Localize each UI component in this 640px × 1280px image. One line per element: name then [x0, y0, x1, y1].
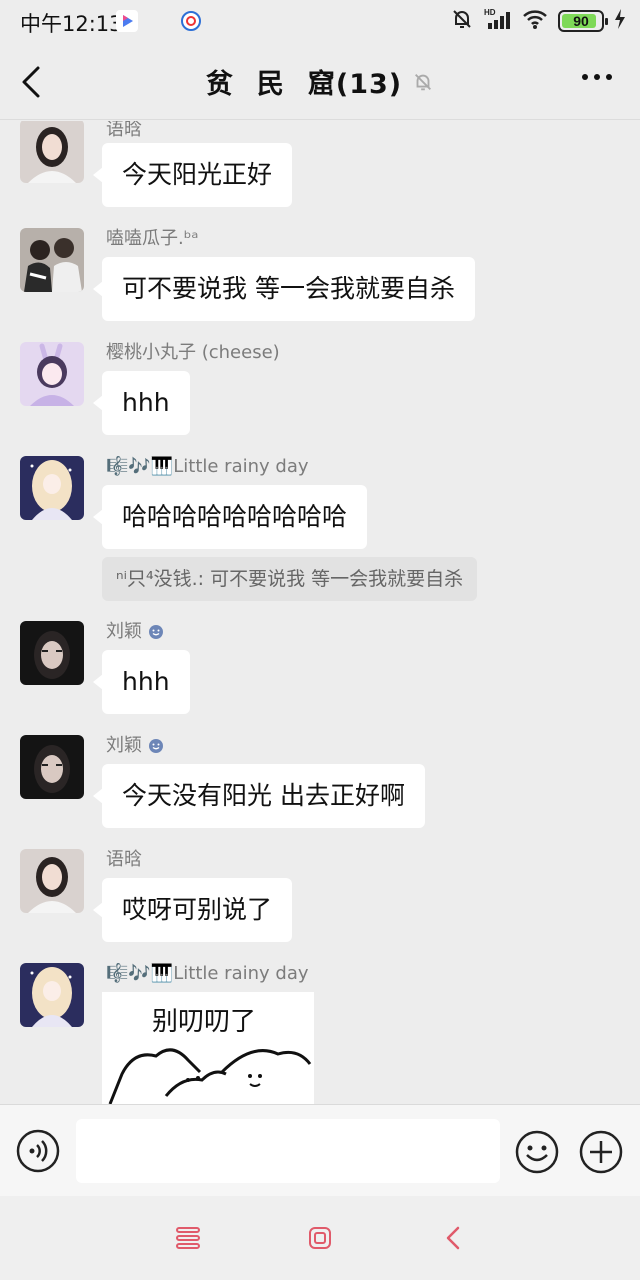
emoji-button[interactable]	[514, 1129, 560, 1175]
sender-name: 🎼🎶🎹Little rainy day	[106, 456, 309, 477]
title-part-1: 贫	[205, 69, 257, 100]
more-functions-button[interactable]	[578, 1129, 624, 1175]
message-bubble[interactable]: 今天阳光正好	[92, 143, 293, 207]
voice-input-button[interactable]	[16, 1129, 60, 1173]
battery-percent: 90	[573, 13, 589, 29]
system-back-button[interactable]	[440, 1224, 468, 1252]
couple-photo-avatar[interactable]	[20, 228, 84, 292]
title-part-3: 窟(13)	[307, 69, 403, 100]
sender-name: 刘颖	[106, 621, 164, 643]
status-time: 中午12:13	[20, 12, 123, 36]
signal-icon: HD	[484, 7, 512, 35]
system-navigation-bar	[0, 1196, 640, 1280]
wifi-icon	[522, 8, 548, 34]
dark-selfie-avatar[interactable]	[20, 621, 84, 685]
svg-text:HD: HD	[484, 8, 496, 17]
sender-name: 🎼🎶🎹Little rainy day	[106, 963, 309, 984]
girl-photo-avatar[interactable]	[20, 849, 84, 913]
message-bubble[interactable]: 可不要说我 等一会我就要自杀	[93, 257, 475, 321]
muted-bell-icon	[412, 71, 434, 93]
home-button[interactable]	[306, 1224, 334, 1252]
status-bar: 中午12:13 HD 90	[0, 0, 640, 44]
mute-notifications-icon	[450, 7, 474, 35]
group-title[interactable]: 贫民窟(13)	[206, 62, 402, 101]
browser-notification-icon	[180, 10, 202, 32]
more-options-button[interactable]	[582, 74, 612, 80]
video-app-notification-icon	[116, 10, 138, 32]
member-badge-icon	[149, 625, 163, 639]
sticker-image[interactable]: 别叨叨了	[102, 992, 314, 1104]
sticker-text: 别叨叨了	[152, 1007, 256, 1037]
quoted-reply[interactable]: ⁿⁱ只⁴没钱.: 可不要说我 等一会我就要自杀	[102, 557, 478, 601]
sender-name: 刘颖	[106, 735, 164, 757]
sender-name: 语晗	[106, 849, 142, 870]
message-text-field[interactable]	[76, 1119, 500, 1183]
chat-message-list[interactable]: 语晗 今天阳光正好 嗑嗑瓜子.ᵇᵃ 可不要说我 等一会我就要自杀 樱桃小丸子 (…	[0, 121, 640, 1104]
anime-purple-avatar[interactable]	[20, 342, 84, 406]
recent-apps-button[interactable]	[174, 1224, 202, 1252]
sender-name-text: 刘颖	[106, 621, 142, 642]
anime-night-avatar[interactable]	[20, 456, 84, 520]
message-bubble[interactable]: 哎呀可别说了	[92, 878, 293, 942]
charging-icon	[614, 9, 626, 33]
sender-name: 樱桃小丸子 (cheese)	[106, 342, 280, 363]
message-bubble[interactable]: hhh	[93, 371, 190, 435]
message-bubble[interactable]: 今天没有阳光 出去正好啊	[93, 764, 425, 828]
message-input-bar	[0, 1104, 640, 1196]
anime-night-avatar[interactable]	[20, 963, 84, 1027]
member-badge-icon	[149, 739, 163, 753]
sender-name: 语晗	[106, 121, 142, 140]
battery-indicator: 90	[558, 10, 608, 32]
message-bubble[interactable]: hhh	[93, 650, 190, 714]
sender-name-text: 刘颖	[106, 735, 142, 756]
message-bubble[interactable]: 哈哈哈哈哈哈哈哈哈	[92, 485, 368, 549]
girl-photo-avatar[interactable]	[20, 121, 84, 183]
chat-header: 贫民窟(13)	[0, 44, 640, 120]
title-part-2: 民	[256, 69, 308, 100]
sender-name: 嗑嗑瓜子.ᵇᵃ	[106, 228, 199, 249]
dark-selfie-avatar[interactable]	[20, 735, 84, 799]
